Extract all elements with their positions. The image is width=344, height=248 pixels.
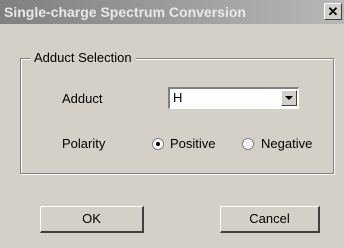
close-icon: ✕ xyxy=(327,4,339,19)
cancel-button-label: Cancel xyxy=(249,211,290,226)
radio-negative[interactable] xyxy=(242,138,254,150)
adduct-combobox-value: H xyxy=(173,90,183,105)
chevron-down-icon[interactable] xyxy=(281,90,297,106)
radio-positive-label[interactable]: Positive xyxy=(170,136,216,152)
ok-button[interactable]: OK xyxy=(40,206,144,233)
ok-button-label: OK xyxy=(82,211,101,226)
cancel-button[interactable]: Cancel xyxy=(220,206,320,233)
adduct-selection-group xyxy=(20,58,334,174)
group-legend: Adduct Selection xyxy=(30,50,136,66)
title-bar: Single-charge Spectrum Conversion ✕ xyxy=(0,0,344,24)
radio-selected-dot xyxy=(156,142,160,146)
radio-negative-label[interactable]: Negative xyxy=(261,136,312,152)
adduct-combobox[interactable]: H xyxy=(168,87,299,109)
polarity-label: Polarity xyxy=(62,136,106,151)
radio-positive[interactable] xyxy=(152,138,164,150)
adduct-label: Adduct xyxy=(62,91,103,106)
window-title: Single-charge Spectrum Conversion xyxy=(4,4,246,20)
close-button[interactable]: ✕ xyxy=(324,3,342,20)
